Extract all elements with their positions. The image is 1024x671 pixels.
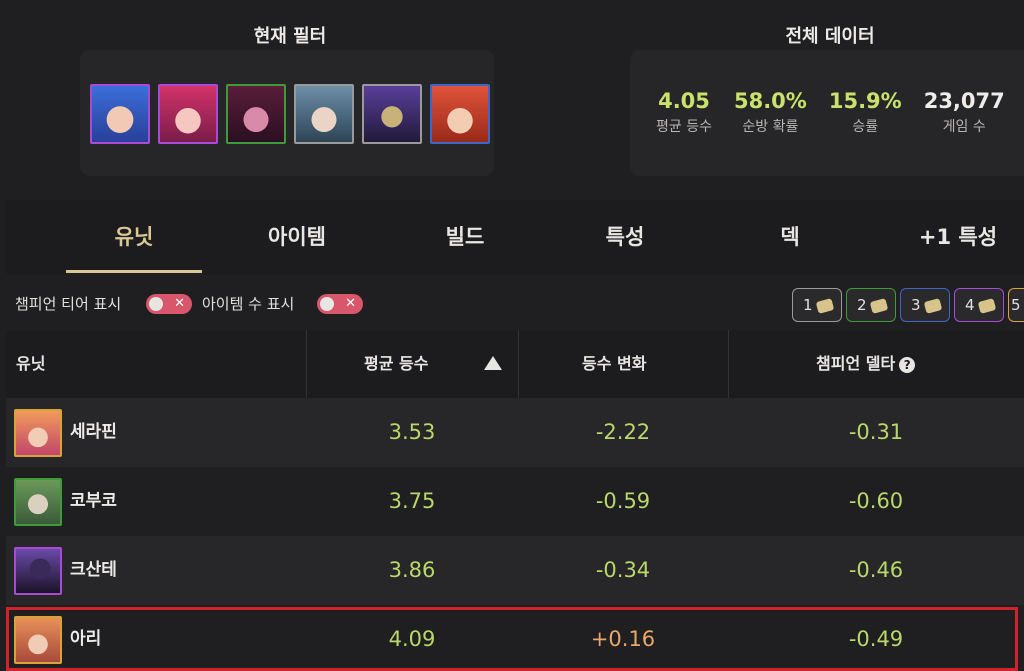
table-row[interactable]: 세라핀 3.53 -2.22 -0.31 [6, 398, 1024, 467]
cost-filter-4-button[interactable]: 4 [954, 288, 1004, 322]
stat-label: 평균 등수 [656, 119, 712, 135]
header-place-change[interactable]: 등수 변화 [582, 330, 646, 398]
tab-decks[interactable]: 덱 [734, 200, 846, 274]
current-filter-title: 현재 필터 [253, 26, 327, 47]
tab-bar: 유닛 아이템 빌드 특성 덱 +1 특성 [6, 200, 1024, 274]
tab-items[interactable]: 아이템 [234, 200, 360, 274]
column-divider [306, 330, 307, 398]
tab-traits[interactable]: 특성 [570, 200, 680, 274]
tier-toggle[interactable]: ✕ [146, 294, 192, 314]
cost-label: 1 [803, 296, 813, 314]
champion-delta-value: -0.46 [848, 558, 904, 582]
tab-builds[interactable]: 빌드 [410, 200, 520, 274]
stat-value: 58.0% [733, 89, 807, 113]
champion-avatar [14, 547, 62, 595]
sort-ascending-icon[interactable] [484, 356, 502, 370]
avg-place-value: 3.86 [388, 558, 436, 582]
stat-value: 15.9% [828, 89, 902, 113]
stat-win-rate: 15.9% 승률 [829, 88, 902, 136]
table-row[interactable]: 아리 4.09 +0.16 -0.49 [6, 605, 1024, 671]
place-change-value: -0.34 [595, 558, 651, 582]
item-count-toggle[interactable]: ✕ [317, 294, 363, 314]
table-row[interactable]: 코부코 3.75 -0.59 -0.60 [6, 467, 1024, 536]
header-champion-delta-label: 챔피언 델타 [816, 354, 896, 373]
cost-label: 3 [911, 296, 921, 314]
avg-place-value: 3.53 [388, 420, 436, 444]
table-row[interactable]: 크산테 3.86 -0.34 -0.46 [6, 536, 1024, 605]
stat-value: 4.05 [658, 89, 710, 113]
champion-avatar [14, 616, 62, 664]
champion-delta-value: -0.31 [848, 420, 904, 444]
gold-icon [977, 297, 996, 314]
unit-name: 아리 [70, 629, 102, 649]
avg-place-value: 3.75 [388, 489, 436, 513]
champion-delta-value: -0.60 [848, 489, 904, 513]
global-data-title: 전체 데이터 [785, 26, 875, 47]
champion-portrait-1[interactable] [90, 84, 150, 144]
champion-delta-value: -0.49 [848, 627, 904, 651]
cost-filter-2-button[interactable]: 2 [846, 288, 896, 322]
cost-label: 4 [965, 296, 975, 314]
tab-units[interactable]: 유닛 [66, 200, 202, 274]
place-change-value: -2.22 [595, 420, 651, 444]
champion-portrait-5[interactable] [362, 84, 422, 144]
stat-games: 23,077 게임 수 [924, 88, 1005, 136]
avg-place-value: 4.09 [388, 627, 436, 651]
tab-plus-one-trait[interactable]: +1 특성 [898, 200, 1018, 274]
header-unit[interactable]: 유닛 [16, 330, 45, 398]
column-divider [518, 330, 519, 398]
table-controls: 챔피언 티어 표시 ✕ 아이템 수 표시 ✕ 1 2 3 4 5 [6, 284, 1024, 324]
cost-filter-3-button[interactable]: 3 [900, 288, 950, 322]
cost-filter-5-button[interactable]: 5 [1008, 288, 1024, 322]
units-table: 유닛 평균 등수 등수 변화 챔피언 델타? 세라핀 3.53 -2.22 -0… [6, 330, 1024, 671]
cost-label: 5 [1011, 296, 1021, 314]
close-icon: ✕ [345, 296, 356, 311]
current-filter-panel [80, 50, 494, 176]
stat-value: 23,077 [923, 89, 1005, 113]
champion-portrait-6[interactable] [430, 84, 490, 144]
item-count-toggle-label: 아이템 수 표시 [202, 295, 295, 313]
toggle-knob [149, 297, 163, 311]
unit-name: 세라핀 [70, 422, 117, 442]
stat-label: 게임 수 [942, 119, 986, 135]
champion-portrait-3[interactable] [226, 84, 286, 144]
unit-name: 코부코 [70, 491, 117, 511]
champion-avatar [14, 478, 62, 526]
help-icon[interactable]: ? [899, 356, 916, 373]
table-header: 유닛 평균 등수 등수 변화 챔피언 델타? [6, 330, 1024, 398]
header-avg-place[interactable]: 평균 등수 [364, 330, 428, 398]
header-champion-delta[interactable]: 챔피언 델타? [816, 330, 916, 398]
gold-icon [923, 297, 942, 314]
champion-avatar [14, 409, 62, 457]
global-data-panel: 4.05 평균 등수 58.0% 순방 확률 15.9% 승률 23,077 게… [630, 50, 1024, 176]
champion-portrait-4[interactable] [294, 84, 354, 144]
unit-name: 크산테 [70, 560, 117, 580]
stat-top4-rate: 58.0% 순방 확률 [734, 88, 807, 136]
gold-icon [815, 297, 834, 314]
gold-icon [869, 297, 888, 314]
stat-avg-place: 4.05 평균 등수 [656, 88, 712, 136]
tier-toggle-label: 챔피언 티어 표시 [15, 295, 122, 313]
close-icon: ✕ [174, 296, 185, 311]
toggle-knob [320, 297, 334, 311]
champion-portrait-2[interactable] [158, 84, 218, 144]
stat-label: 승률 [852, 119, 879, 135]
stat-label: 순방 확률 [742, 119, 799, 135]
cost-label: 2 [857, 296, 867, 314]
place-change-value: -0.59 [595, 489, 651, 513]
column-divider [728, 330, 729, 398]
place-change-value: +0.16 [590, 627, 656, 651]
active-tab-indicator [66, 270, 202, 273]
cost-filter-1-button[interactable]: 1 [792, 288, 842, 322]
